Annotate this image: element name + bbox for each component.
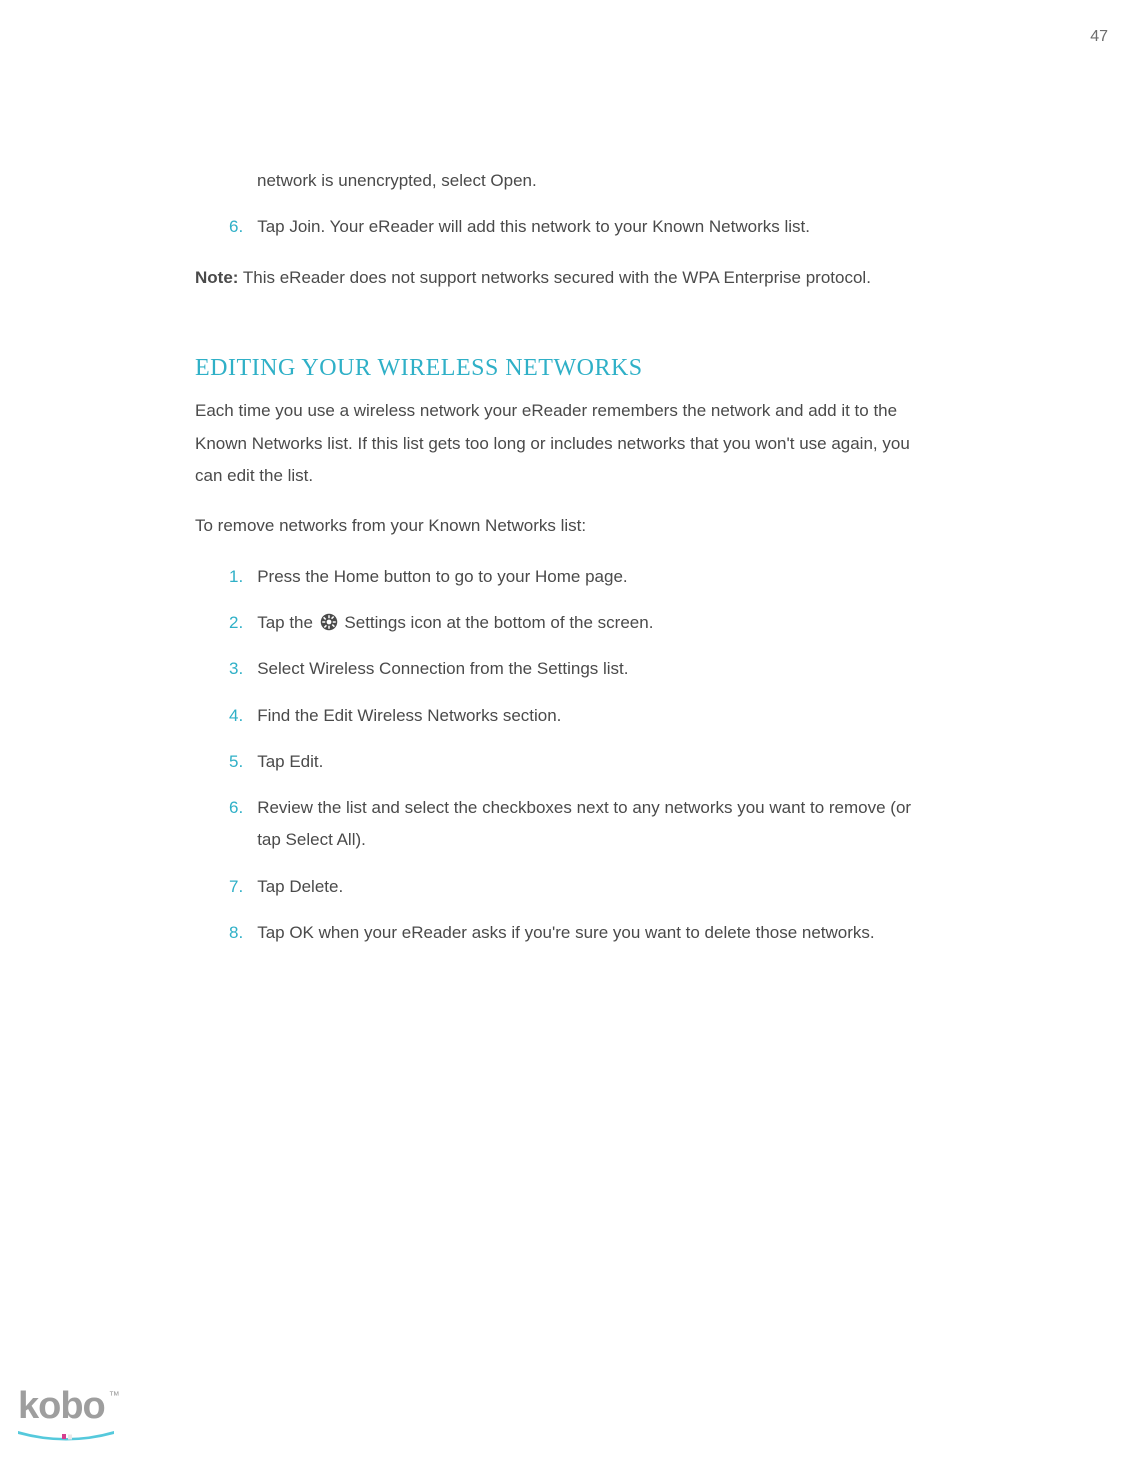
list-number: 2. <box>195 607 243 639</box>
gear-icon <box>320 613 338 631</box>
list-item: 6. Review the list and select the checkb… <box>195 792 935 857</box>
list-text: Tap Join. Your eReader will add this net… <box>243 211 935 243</box>
list-number: 1. <box>195 561 243 593</box>
list-number: 5. <box>195 746 243 778</box>
trademark-symbol: ™ <box>109 1390 119 1402</box>
brand-wordmark: kobo ™ <box>18 1387 128 1425</box>
list-number-blank <box>195 165 243 197</box>
list-text: Select Wireless Connection from the Sett… <box>243 653 935 685</box>
main-content: network is unencrypted, select Open. 6. … <box>195 165 935 963</box>
note-text: This eReader does not support networks s… <box>238 268 870 287</box>
top-partial-list: network is unencrypted, select Open. 6. … <box>195 165 935 244</box>
list-text: network is unencrypted, select Open. <box>243 165 935 197</box>
step2-post: Settings icon at the bottom of the scree… <box>340 613 654 632</box>
list-item: 8. Tap OK when your eReader asks if you'… <box>195 917 935 949</box>
steps-list: 1. Press the Home button to go to your H… <box>195 561 935 950</box>
brand-logo: kobo ™ <box>18 1387 128 1446</box>
note-label: Note: <box>195 268 238 287</box>
list-item: 6. Tap Join. Your eReader will add this … <box>195 211 935 243</box>
list-item-fragment: network is unencrypted, select Open. <box>195 165 935 197</box>
list-number: 8. <box>195 917 243 949</box>
section-lead: To remove networks from your Known Netwo… <box>195 510 935 542</box>
list-item: 7. Tap Delete. <box>195 871 935 903</box>
list-text: Find the Edit Wireless Networks section. <box>243 700 935 732</box>
brand-name: kobo <box>18 1385 105 1427</box>
page: 47 network is unencrypted, select Open. … <box>0 0 1130 1478</box>
list-text: Tap the Settings icon at the bottom of t… <box>243 607 935 639</box>
list-text: Tap OK when your eReader asks if you're … <box>243 917 935 949</box>
list-item: 2. Tap the Settings icon at the bottom o… <box>195 607 935 639</box>
list-item: 3. Select Wireless Connection from the S… <box>195 653 935 685</box>
list-number: 3. <box>195 653 243 685</box>
note-paragraph: Note: This eReader does not support netw… <box>195 262 935 294</box>
section-intro: Each time you use a wireless network you… <box>195 395 935 492</box>
list-number: 6. <box>195 792 243 857</box>
list-item: 4. Find the Edit Wireless Networks secti… <box>195 700 935 732</box>
list-number: 6. <box>195 211 243 243</box>
list-text: Tap Edit. <box>243 746 935 778</box>
list-item: 1. Press the Home button to go to your H… <box>195 561 935 593</box>
page-number: 47 <box>1090 28 1108 46</box>
list-text: Tap Delete. <box>243 871 935 903</box>
step2-pre: Tap the <box>257 613 318 632</box>
list-text: Review the list and select the checkboxe… <box>243 792 935 857</box>
list-item: 5. Tap Edit. <box>195 746 935 778</box>
section-heading: EDITING YOUR WIRELESS NETWORKS <box>195 346 935 392</box>
list-number: 4. <box>195 700 243 732</box>
brand-swoosh-icon <box>18 1431 114 1441</box>
list-number: 7. <box>195 871 243 903</box>
list-text: Press the Home button to go to your Home… <box>243 561 935 593</box>
